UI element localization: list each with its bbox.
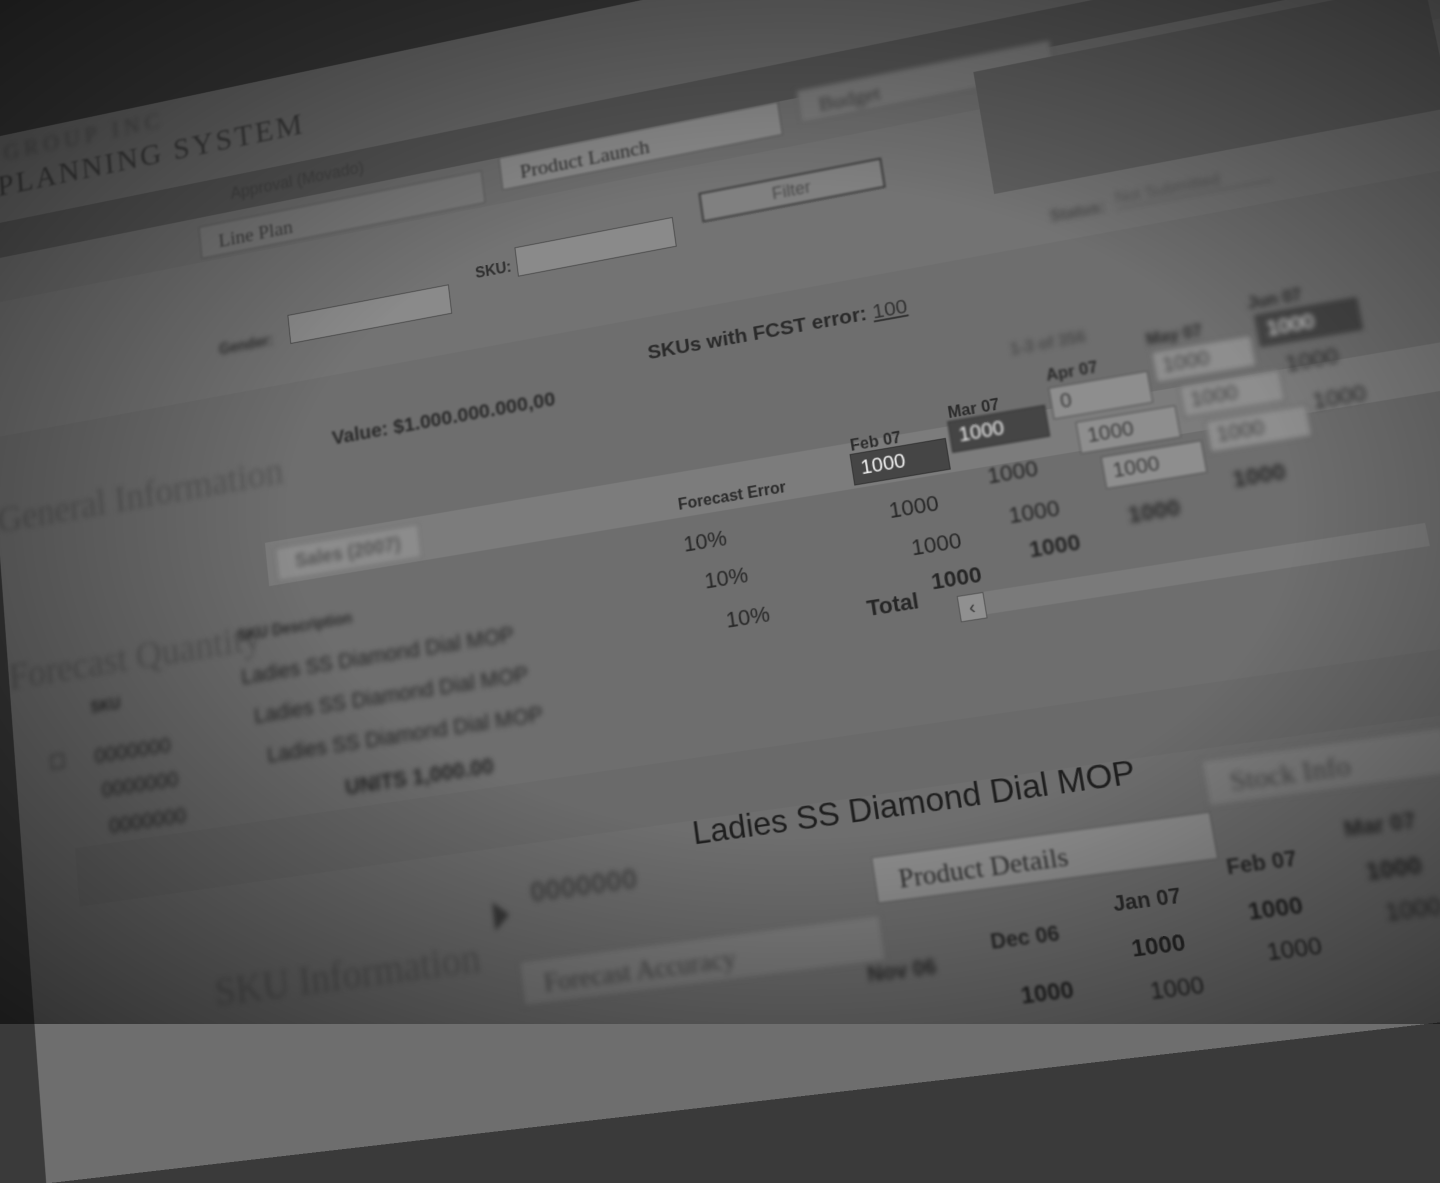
table-cell-error: 10%: [682, 525, 728, 558]
detail-month-head: Jan 07: [1111, 884, 1183, 918]
detail-value: 1000: [1019, 976, 1076, 1011]
tab-forecast-accuracy[interactable]: Forecast Accuracy: [519, 914, 887, 1007]
detail-month-head: Mar 07: [1342, 809, 1418, 844]
col-head-sku: SKU: [90, 696, 121, 718]
table-cell-sku: 0000000: [94, 733, 172, 770]
detail-value: 1000: [1148, 971, 1207, 1006]
fcst-error-count-link[interactable]: 100: [871, 295, 909, 323]
table-cell-value[interactable]: 1000: [887, 490, 941, 524]
table-cell-sku: 0000000: [101, 766, 180, 803]
total-value: 1000: [1230, 458, 1288, 493]
table-cell-value[interactable]: 1000: [909, 527, 963, 561]
forecast-quantity-title: Forecast Quantity: [7, 614, 263, 699]
table-cell-value[interactable]: 1000: [1007, 495, 1062, 529]
expand-row-icon[interactable]: [50, 753, 65, 770]
detail-month-head: Dec 06: [989, 922, 1062, 955]
value-summary: Value: $1.000.000.000,00: [331, 388, 557, 450]
planning-app-screen: GROUP INC PLANNING SYSTEM Approval (Mova…: [0, 0, 1440, 1183]
total-label: Total: [865, 588, 921, 622]
total-value: 1000: [929, 561, 983, 595]
detail-value: 1000: [1129, 928, 1187, 963]
detail-value: 1000: [1383, 891, 1440, 927]
detail-month-head: Feb 07: [1225, 847, 1299, 881]
table-cell-error: 10%: [724, 601, 771, 634]
detail-value: 1000: [1364, 851, 1425, 887]
scroll-left-icon[interactable]: ‹: [957, 592, 988, 623]
detail-value: 1000: [1264, 931, 1324, 967]
sku-info-title: SKU Information: [213, 933, 483, 1015]
table-cell-error: 10%: [703, 562, 750, 595]
general-info-title: General Information: [0, 448, 285, 542]
detail-sku: 0000000: [528, 862, 639, 909]
chevron-right-icon: [492, 900, 511, 931]
fcst-error-label: SKUs with FCST error:: [646, 302, 868, 364]
total-value: 1000: [1126, 494, 1182, 529]
total-value: 1000: [1027, 529, 1082, 563]
detail-value: 1000: [1246, 891, 1306, 926]
pager-text: 1-3 of 356: [1009, 329, 1087, 360]
